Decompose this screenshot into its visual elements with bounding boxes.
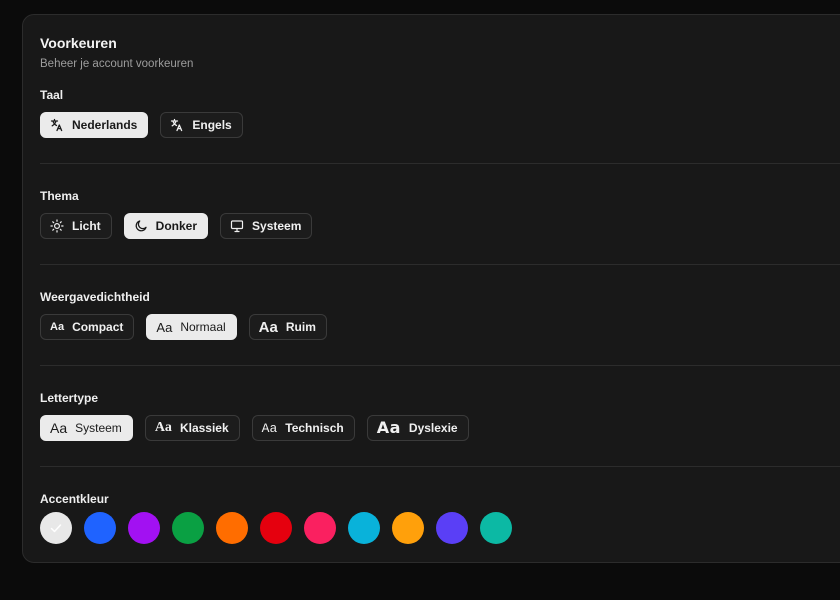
- sun-icon: [50, 219, 64, 233]
- accent-color-list: [40, 512, 512, 544]
- option-label: Klassiek: [179, 421, 229, 435]
- option-label: Ruim: [285, 320, 316, 334]
- accent-color-swatch[interactable]: [348, 512, 380, 544]
- page-title: Voorkeuren: [40, 35, 117, 51]
- translate-icon: [50, 118, 64, 132]
- accent-color-swatch[interactable]: [172, 512, 204, 544]
- font-section: Lettertype Aa Systeem Aa Klassiek Aa Tec…: [40, 391, 840, 441]
- accent-color-swatch[interactable]: [392, 512, 424, 544]
- theme-option-systeem[interactable]: Systeem: [220, 213, 313, 239]
- option-label: Normaal: [180, 320, 226, 334]
- accent-color-swatch[interactable]: [480, 512, 512, 544]
- accent-section: Accentkleur: [40, 492, 840, 544]
- divider: [40, 365, 840, 366]
- density-option-compact[interactable]: Aa Compact: [40, 314, 135, 340]
- accent-color-swatch[interactable]: [128, 512, 160, 544]
- theme-label: Thema: [40, 189, 79, 203]
- option-label: Donker: [155, 219, 198, 233]
- font-option-systeem[interactable]: Aa Systeem: [40, 415, 133, 441]
- monitor-icon: [230, 219, 244, 233]
- divider: [40, 163, 840, 164]
- accent-color-swatch[interactable]: [260, 512, 292, 544]
- accent-color-swatch[interactable]: [84, 512, 116, 544]
- language-option-nederlands[interactable]: Nederlands: [40, 112, 149, 138]
- option-label: Systeem: [75, 421, 122, 435]
- theme-option-licht[interactable]: Licht: [40, 213, 112, 239]
- option-label: Licht: [72, 219, 101, 233]
- font-option-technisch[interactable]: Aa Technisch: [251, 415, 355, 441]
- density-label: Weergavedichtheid: [40, 290, 150, 304]
- accent-color-swatch[interactable]: [304, 512, 336, 544]
- accent-label: Accentkleur: [40, 492, 109, 506]
- density-section: Weergavedichtheid Aa Compact Aa Normaal …: [40, 290, 840, 340]
- option-label: Dyslexie: [408, 421, 458, 435]
- check-icon: [50, 524, 62, 533]
- density-option-ruim[interactable]: Aa Ruim: [248, 314, 327, 340]
- accent-color-swatch[interactable]: [40, 512, 72, 544]
- font-size-icon: Aa: [258, 318, 278, 336]
- density-option-normaal[interactable]: Aa Normaal: [146, 314, 237, 340]
- font-option-dyslexie[interactable]: Aa Dyslexie: [366, 415, 469, 441]
- language-section: Taal Nederlands Engels: [40, 88, 840, 138]
- font-sample-icon: Aa: [50, 420, 68, 436]
- option-label: Systeem: [252, 219, 302, 233]
- divider: [40, 264, 840, 265]
- language-label: Taal: [40, 88, 64, 102]
- font-size-icon: Aa: [156, 319, 173, 335]
- font-sample-icon: Aa: [154, 420, 172, 435]
- accent-color-swatch[interactable]: [436, 512, 468, 544]
- font-option-klassiek[interactable]: Aa Klassiek: [144, 415, 240, 441]
- font-label: Lettertype: [40, 391, 99, 405]
- language-option-engels[interactable]: Engels: [160, 112, 243, 138]
- font-sample-icon: Aa: [261, 420, 278, 436]
- theme-section: Thema Licht Donker Systeem: [40, 189, 840, 239]
- moon-icon: [134, 219, 148, 233]
- option-label: Nederlands: [72, 118, 138, 132]
- font-size-icon: Aa: [50, 320, 65, 333]
- font-sample-icon: Aa: [376, 418, 401, 437]
- preferences-card: Voorkeuren Beheer je account voorkeuren …: [22, 14, 840, 563]
- translate-icon: [170, 118, 184, 132]
- option-label: Engels: [192, 118, 232, 132]
- option-label: Compact: [72, 320, 124, 334]
- theme-option-donker[interactable]: Donker: [123, 213, 209, 239]
- option-label: Technisch: [285, 421, 344, 435]
- accent-color-swatch[interactable]: [216, 512, 248, 544]
- page-subtitle: Beheer je account voorkeuren: [40, 58, 194, 70]
- divider: [40, 466, 840, 467]
